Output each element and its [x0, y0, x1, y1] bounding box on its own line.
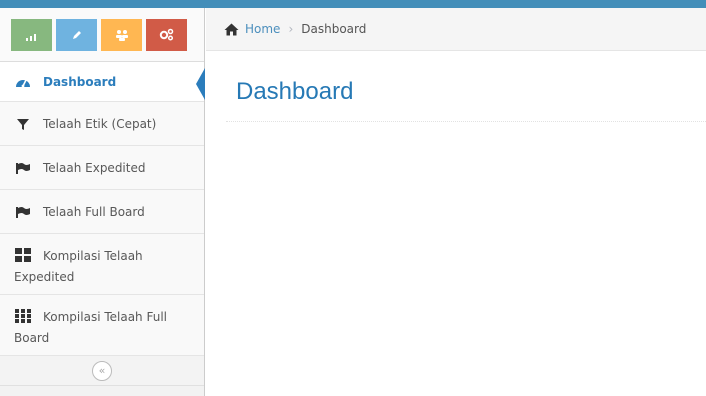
breadcrumb-separator: › — [288, 22, 294, 36]
shortcut-edit-button[interactable] — [56, 18, 97, 51]
sidebar-item-telaah-expedited[interactable]: Telaah Expedited — [0, 146, 204, 190]
pencil-icon — [72, 30, 81, 39]
th-large-icon — [14, 248, 32, 262]
breadcrumb-home-label: Home — [245, 22, 281, 36]
shortcut-users-button[interactable] — [101, 18, 142, 51]
tachometer-icon — [14, 75, 32, 89]
flag-icon — [14, 161, 32, 175]
sidebar-item-kompilasi-telaah-full-board[interactable]: Kompilasi Telaah Full Board — [0, 295, 204, 356]
sidebar-collapse-button[interactable]: « — [92, 360, 112, 381]
flag-icon — [14, 205, 32, 219]
filter-icon — [14, 117, 32, 131]
home-icon — [224, 23, 239, 35]
page-header: Dashboard — [226, 66, 706, 122]
sidebar-shortcuts — [0, 8, 204, 62]
sidebar-item-telaah-full-board[interactable]: Telaah Full Board — [0, 190, 204, 234]
sidebar-item-label: Telaah Expedited — [43, 160, 146, 175]
double-chevron-left-icon: « — [98, 364, 106, 377]
sidebar-item-label: Telaah Etik (Cepat) — [43, 116, 157, 131]
breadcrumb: Home › Dashboard — [206, 8, 706, 51]
sidebar-item-label: Dashboard — [43, 74, 117, 89]
sidebar-item-label: Kompilasi Telaah Full Board — [14, 310, 167, 345]
shortcut-settings-button[interactable] — [146, 18, 187, 51]
sidebar-item-label: Telaah Full Board — [43, 204, 145, 219]
sidebar: Dashboard Telaah Etik (Cepat) Telaah Exp… — [0, 8, 205, 396]
sidebar-item-label: Kompilasi Telaah Expedited — [14, 249, 143, 284]
breadcrumb-current: Dashboard — [301, 22, 367, 36]
sidebar-collapse-bar: « — [0, 356, 204, 386]
shortcut-stats-button[interactable] — [11, 18, 52, 51]
cogs-icon — [159, 28, 174, 41]
page-title: Dashboard — [236, 78, 354, 105]
sidebar-item-telaah-etik-cepat[interactable]: Telaah Etik (Cepat) — [0, 102, 204, 146]
sidebar-item-kompilasi-telaah-expedited[interactable]: Kompilasi Telaah Expedited — [0, 234, 204, 295]
breadcrumb-home-link[interactable]: Home — [224, 22, 280, 36]
signal-icon — [25, 33, 36, 41]
users-icon — [115, 29, 128, 41]
sidebar-item-dashboard[interactable]: Dashboard — [0, 62, 205, 102]
th-icon — [14, 309, 32, 323]
top-navbar — [0, 0, 706, 8]
